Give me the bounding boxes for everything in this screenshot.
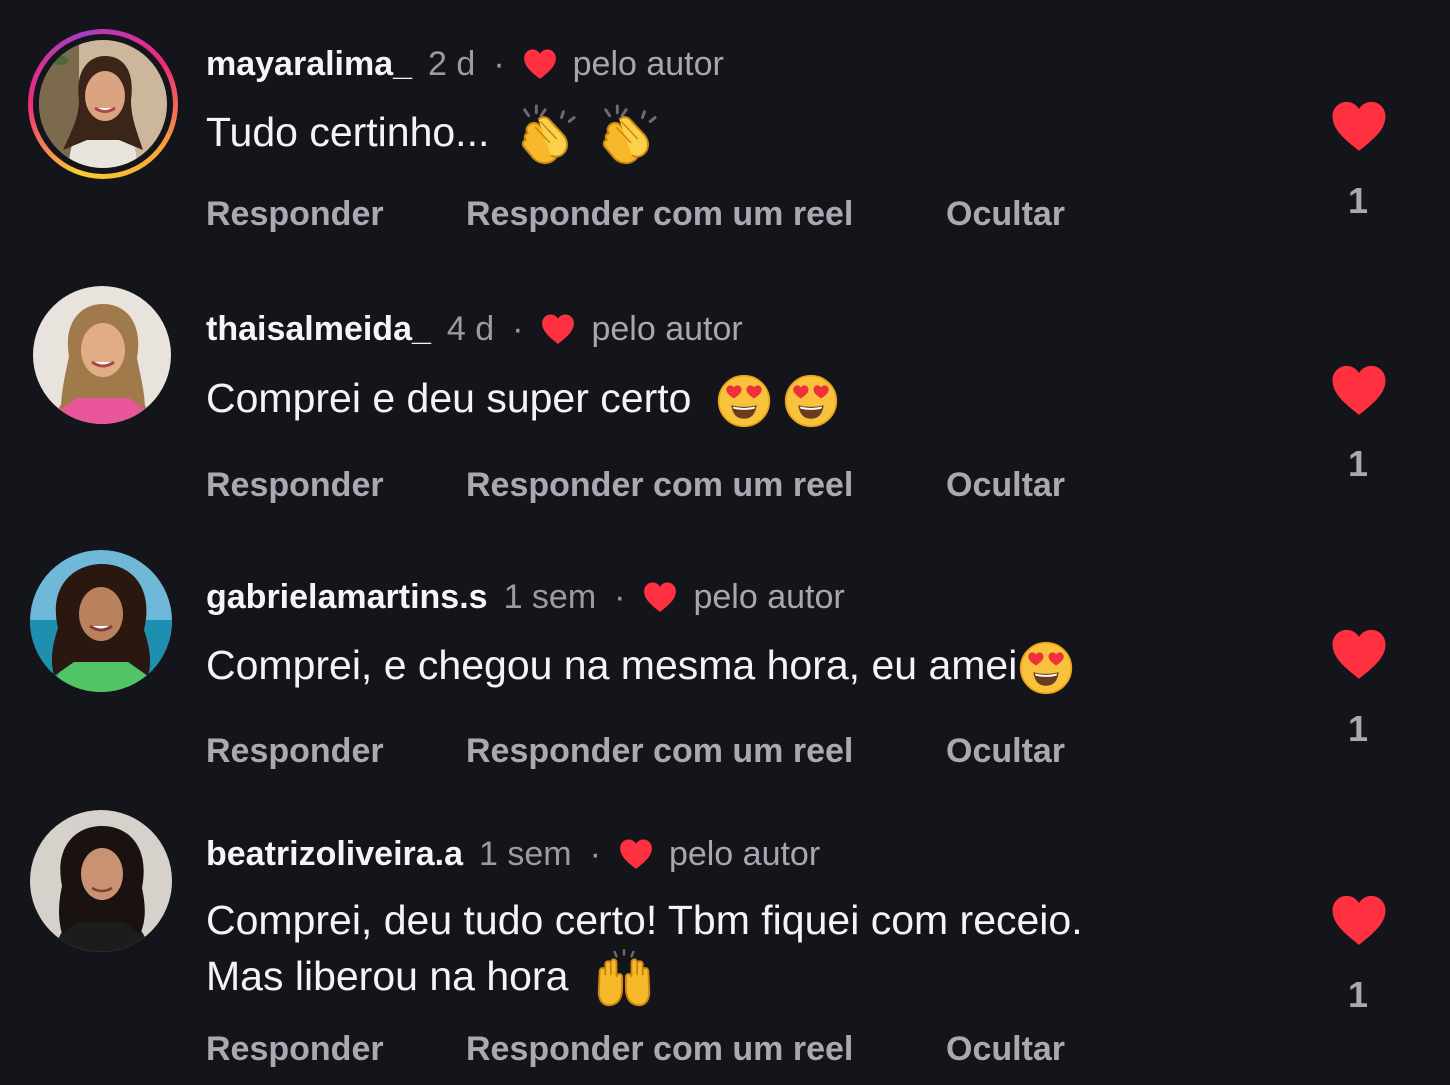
liked-by-author-label: pelo autor (668, 834, 821, 873)
timestamp: 1 sem (479, 834, 572, 873)
comment-body-line-1: Comprei, deu tudo certo! Tbm fiquei com … (206, 897, 1083, 943)
comments-list: mayaralima_ 2 d · pelo autor Tudo certin… (0, 0, 1450, 1085)
reply-button[interactable]: Responder (206, 1030, 466, 1069)
heart-icon (619, 838, 653, 870)
reply-with-reel-button[interactable]: Responder com um reel (466, 1030, 946, 1069)
comment-item: beatrizoliveira.a 1 sem · pelo autor Com… (0, 0, 1450, 1085)
like-heart-icon[interactable] (1330, 894, 1388, 946)
separator-dot: · (589, 834, 601, 873)
comment-meta: beatrizoliveira.a 1 sem · pelo autor (206, 832, 820, 876)
username[interactable]: beatrizoliveira.a (206, 835, 463, 874)
comment-text: Comprei, deu tudo certo! Tbm fiquei com … (206, 892, 1083, 1009)
avatar[interactable] (30, 810, 172, 952)
comment-actions: Responder Responder com um reel Ocultar (206, 1027, 1065, 1071)
hide-button[interactable]: Ocultar (946, 1030, 1065, 1069)
like-count: 1 (1347, 974, 1369, 1015)
comment-body-line-2: Mas liberou na hora (206, 953, 569, 999)
raising-hands-icon (594, 949, 654, 1009)
